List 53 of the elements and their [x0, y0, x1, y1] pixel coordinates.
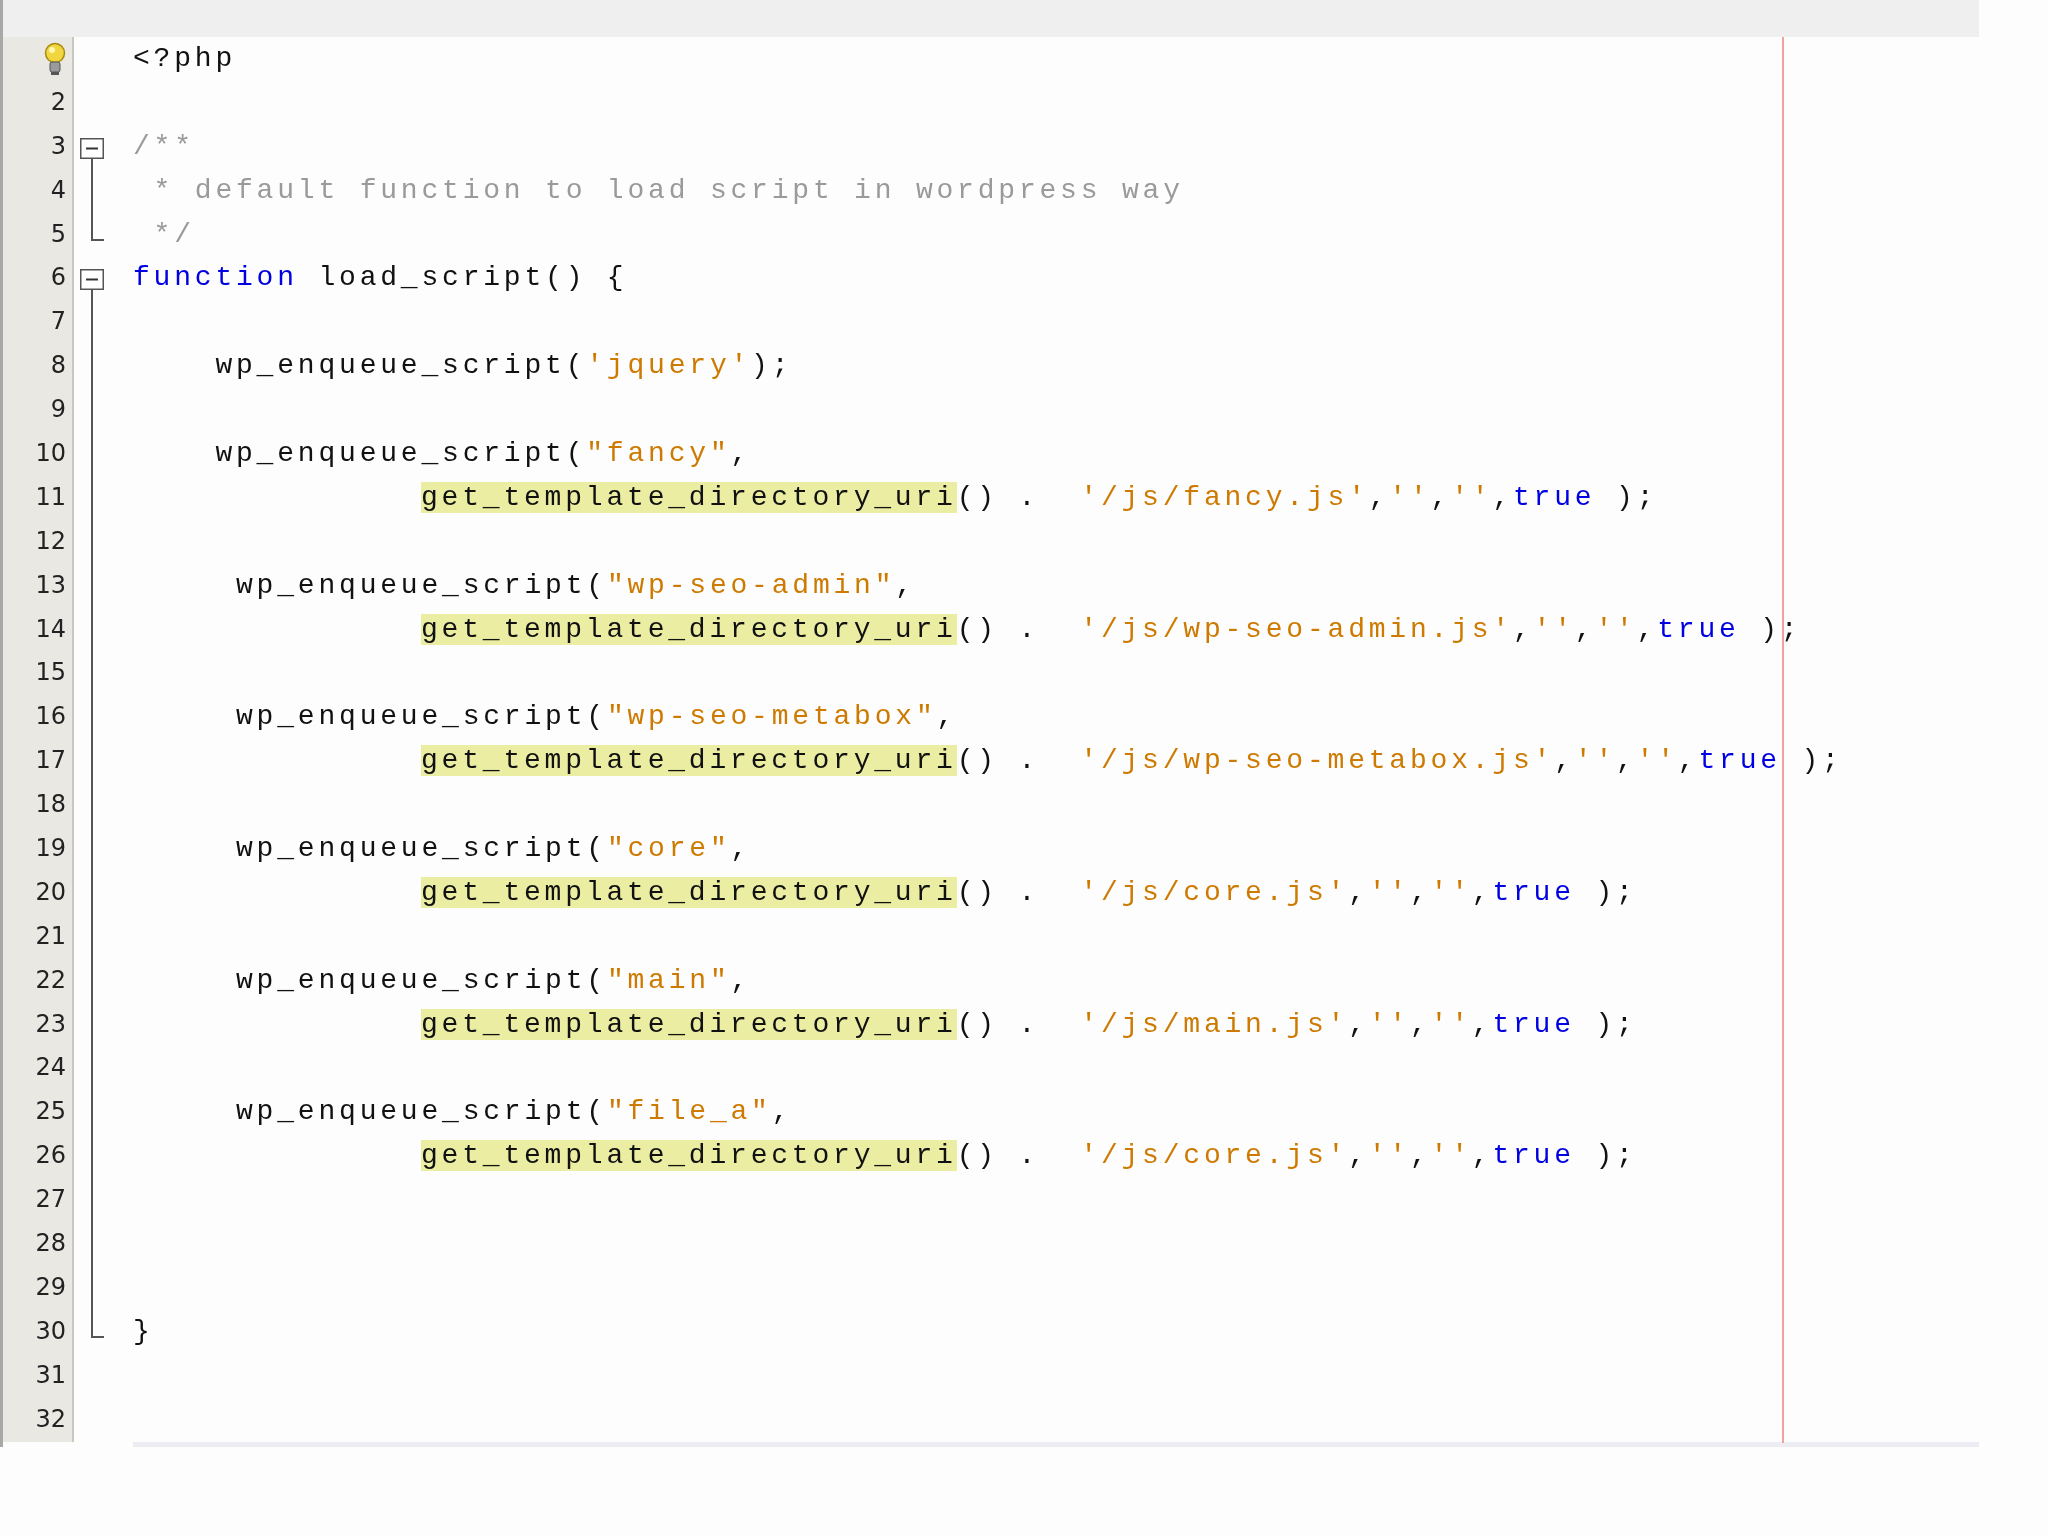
line-number: 13 [35, 569, 66, 601]
line-number: 9 [50, 394, 66, 426]
line-number: 18 [35, 789, 66, 821]
line-number: 31 [35, 1359, 66, 1391]
code-line: wp_enqueue_script("file_a", [235, 1095, 793, 1130]
line-number: 3 [50, 130, 66, 162]
fold-toggle[interactable] [80, 137, 104, 159]
code-line: <?php [133, 42, 236, 76]
line-number: 19 [35, 833, 66, 865]
code-line: wp_enqueue_script("fancy", [214, 437, 752, 471]
code-line: wp_enqueue_script("wp-seo-admin", [235, 568, 916, 603]
line-number: 32 [35, 1403, 66, 1435]
line-number: 14 [35, 613, 66, 645]
line-number: 23 [35, 1008, 66, 1040]
code-line: wp_enqueue_script('jquery'); [214, 349, 793, 384]
code-line: get_template_directory_uri() . '/js/main.js','','',true ); [420, 1007, 1637, 1042]
line-number: 30 [35, 1315, 66, 1347]
line-number: 12 [35, 525, 66, 557]
line-number: 20 [35, 876, 66, 908]
line-number: 15 [35, 657, 66, 689]
code-line: wp_enqueue_script("core", [235, 832, 752, 867]
line-number: 24 [35, 1052, 66, 1084]
line-number: 6 [50, 262, 66, 294]
code-line: get_template_directory_uri() . '/js/fancy.js','','',true ); [420, 480, 1658, 515]
line-number: 8 [50, 350, 66, 382]
line-number: 21 [35, 920, 66, 952]
code-line: function load_script() { [133, 261, 628, 296]
fold-toggle[interactable] [80, 269, 104, 291]
code-line: get_template_directory_uri() . '/js/core.js','','',true ); [420, 875, 1637, 910]
line-number: 2 [50, 86, 66, 118]
code-line: /** [133, 129, 195, 164]
line-number: 29 [35, 1271, 66, 1303]
code-line: } [133, 1314, 154, 1349]
code-line: get_template_directory_uri() . '/js/core.js','','',true ); [420, 1139, 1637, 1174]
line-number: 11 [35, 481, 66, 513]
line-number: 22 [35, 964, 66, 996]
line-number: 10 [35, 438, 66, 469]
code-line: */ [152, 217, 195, 252]
line-number: 5 [50, 218, 66, 250]
code-line: wp_enqueue_script("main", [235, 963, 752, 998]
line-number: 17 [35, 745, 66, 777]
code-line: * default function to load script in wordpress way [152, 173, 1184, 208]
code-line: get_template_directory_uri() . '/js/wp-seo-metabox.js','','',true ); [420, 744, 1843, 779]
line-number: 28 [35, 1228, 66, 1260]
code-line: wp_enqueue_script("wp-seo-metabox", [235, 700, 958, 735]
line-number: 25 [35, 1096, 66, 1128]
line-number: 26 [35, 1140, 66, 1172]
lightbulb-icon[interactable] [44, 41, 66, 76]
line-number: 4 [50, 174, 66, 206]
line-number: 27 [35, 1184, 66, 1216]
line-number: 7 [50, 306, 66, 338]
code-line: get_template_directory_uri() . '/js/wp-seo-admin.js','','',true ); [420, 612, 1802, 647]
line-number: 16 [35, 701, 66, 733]
